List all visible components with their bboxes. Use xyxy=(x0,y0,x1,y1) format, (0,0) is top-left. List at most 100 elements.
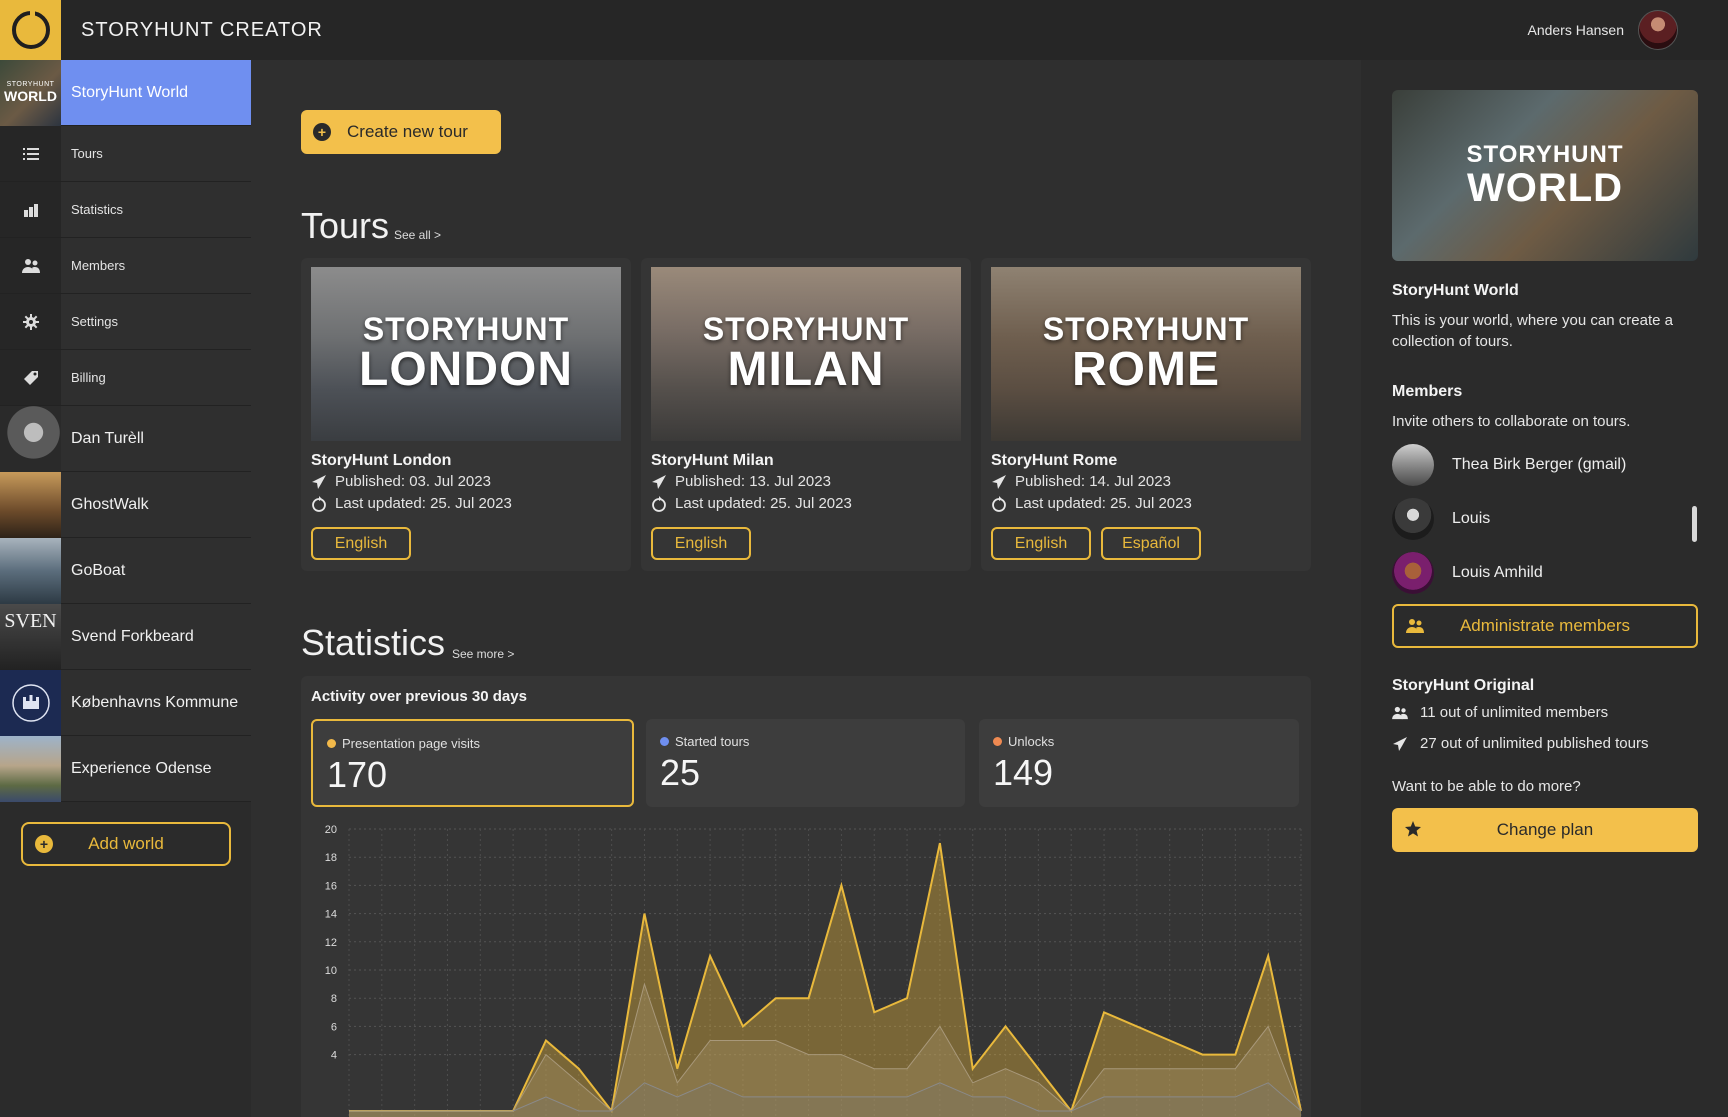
see-all-tours-link[interactable]: See all > xyxy=(394,228,441,242)
administrate-members-button[interactable]: Administrate members xyxy=(1392,604,1698,648)
orange-dot-icon xyxy=(327,739,336,748)
tour-image: STORYHUNT MILAN xyxy=(651,267,961,441)
world-title: StoryHunt World xyxy=(1392,282,1519,299)
stat-box-presentation-visits[interactable]: Presentation page visits 170 xyxy=(311,719,634,807)
sidebar-item-tours[interactable]: Tours xyxy=(0,126,251,182)
refresh-icon xyxy=(652,495,666,512)
change-plan-button[interactable]: Change plan xyxy=(1392,808,1698,852)
app-logo[interactable] xyxy=(0,0,61,60)
stat-box-unlocks[interactable]: Unlocks 149 xyxy=(979,719,1299,807)
tour-published: Published: 13. Jul 2023 xyxy=(651,473,831,490)
tour-image-big-text: ROME xyxy=(1072,342,1220,396)
y-tick-label: 8 xyxy=(331,993,337,1005)
tour-published: Published: 14. Jul 2023 xyxy=(991,473,1171,490)
sidebar-item-world-ghostwalk[interactable]: GhostWalk xyxy=(0,471,251,538)
sidebar-item-label: Members xyxy=(71,258,126,273)
activity-chart: 20 18 16 14 12 10 8 6 4 xyxy=(325,824,1302,1117)
user-avatar[interactable] xyxy=(1638,10,1678,50)
paper-plane-icon xyxy=(312,474,326,489)
sidebar-item-label: Statistics xyxy=(71,202,124,217)
plan-members-line: 11 out of unlimited members xyxy=(1392,704,1608,721)
stat-box-started-tours[interactable]: Started tours 25 xyxy=(646,719,965,807)
plan-tours-text: 27 out of unlimited published tours xyxy=(1420,735,1649,752)
tour-card[interactable]: STORYHUNT LONDON StoryHunt London Publis… xyxy=(301,258,631,571)
language-button-english[interactable]: English xyxy=(991,527,1091,560)
plan-members-text: 11 out of unlimited members xyxy=(1420,704,1609,721)
people-icon xyxy=(1406,619,1424,633)
sidebar-item-world-dan-turell[interactable]: Dan Turèll xyxy=(0,405,251,472)
blue-dot-icon xyxy=(660,737,669,746)
world-thumbnail xyxy=(0,735,61,802)
stat-label: Started tours xyxy=(675,734,750,749)
sidebar: STORYHUNT WORLD StoryHunt World Tours St… xyxy=(0,59,251,1117)
create-tour-label: Create new tour xyxy=(347,122,468,141)
sidebar-item-label: GhostWalk xyxy=(71,495,149,513)
tour-image-small-text: STORYHUNT xyxy=(702,310,910,347)
member-row[interactable]: Thea Birk Berger (gmail) xyxy=(1392,444,1626,486)
language-button-espanol[interactable]: Español xyxy=(1101,527,1201,560)
tour-image-small-text: STORYHUNT xyxy=(1042,310,1250,347)
tour-published: Published: 03. Jul 2023 xyxy=(311,473,491,490)
members-scrollbar[interactable] xyxy=(1692,506,1697,542)
world-description: This is your world, where you can create… xyxy=(1392,312,1673,350)
member-row[interactable]: Louis Amhild xyxy=(1392,552,1543,594)
app-title: STORYHUNT CREATOR xyxy=(81,18,323,41)
sidebar-item-billing[interactable]: Billing xyxy=(0,350,251,406)
create-new-tour-button[interactable]: + Create new tour xyxy=(301,110,501,154)
refresh-icon xyxy=(312,495,326,512)
sidebar-item-storyhunt-world[interactable]: STORYHUNT WORLD StoryHunt World xyxy=(0,59,251,126)
add-world-label: Add world xyxy=(88,834,164,853)
stat-value: 25 xyxy=(660,752,701,793)
language-button-english[interactable]: English xyxy=(311,527,411,560)
world-thumbnail xyxy=(0,471,61,538)
sidebar-item-label: StoryHunt World xyxy=(71,83,189,101)
tour-updated: Last updated: 25. Jul 2023 xyxy=(651,495,852,512)
sidebar-item-label: Tours xyxy=(71,146,103,161)
world-thumbnail xyxy=(0,405,61,472)
paper-plane-icon xyxy=(652,474,666,489)
world-thumbnail xyxy=(0,669,61,736)
sidebar-item-label: Billing xyxy=(71,370,106,385)
member-avatar xyxy=(1392,498,1434,540)
sidebar-item-statistics[interactable]: Statistics xyxy=(0,182,251,238)
member-avatar xyxy=(1392,444,1434,486)
sidebar-item-settings[interactable]: Settings xyxy=(0,294,251,350)
tours-title: Tours xyxy=(301,205,390,246)
sidebar-item-world-experience-odense[interactable]: Experience Odense xyxy=(0,735,251,802)
change-plan-label: Change plan xyxy=(1496,820,1594,839)
gear-icon xyxy=(22,313,39,330)
tour-card[interactable]: STORYHUNT MILAN StoryHunt Milan Publishe… xyxy=(641,258,971,571)
y-tick-label: 16 xyxy=(325,880,337,892)
sidebar-item-world-kobenhavns-kommune[interactable]: Københavns Kommune xyxy=(0,669,251,736)
tour-published-text: Published: 14. Jul 2023 xyxy=(1015,473,1171,490)
sidebar-item-world-goboat[interactable]: GoBoat xyxy=(0,537,251,604)
tag-icon xyxy=(23,370,38,385)
y-tick-label: 18 xyxy=(325,852,337,864)
statistics-panel: Activity over previous 30 days Presentat… xyxy=(301,676,1311,1117)
plan-tours-line: 27 out of unlimited published tours xyxy=(1392,735,1648,752)
world-thumb-text: SVEN xyxy=(4,609,57,632)
members-description: Invite others to collaborate on tours. xyxy=(1392,413,1631,430)
tour-image: STORYHUNT LONDON xyxy=(311,267,621,441)
world-cover-image: STORYHUNT WORLD xyxy=(1392,90,1698,261)
star-icon xyxy=(1405,821,1421,837)
see-more-statistics-link[interactable]: See more > xyxy=(452,647,514,661)
member-name: Louis Amhild xyxy=(1452,564,1543,581)
member-name: Louis xyxy=(1452,510,1491,527)
sidebar-item-world-svend-forkbeard[interactable]: SVEN Svend Forkbeard xyxy=(0,603,251,670)
world-thumbnail xyxy=(0,537,61,604)
language-button-english[interactable]: English xyxy=(651,527,751,560)
sidebar-item-members[interactable]: Members xyxy=(0,238,251,294)
tour-image-big-text: LONDON xyxy=(359,342,573,396)
member-name: Thea Birk Berger (gmail) xyxy=(1452,456,1627,473)
tour-published-text: Published: 13. Jul 2023 xyxy=(675,473,831,490)
list-icon xyxy=(22,147,39,160)
tour-updated-text: Last updated: 25. Jul 2023 xyxy=(1015,495,1192,512)
sidebar-item-label: Svend Forkbeard xyxy=(71,627,194,645)
add-world-button[interactable]: + Add world xyxy=(21,822,231,866)
plus-icon: + xyxy=(313,123,331,141)
user-menu[interactable]: Anders Hansen xyxy=(1527,0,1678,60)
tour-card[interactable]: STORYHUNT ROME StoryHunt Rome Published:… xyxy=(981,258,1311,571)
member-row[interactable]: Louis xyxy=(1392,498,1490,540)
main-content: + Create new tour Tours See all > STORYH… xyxy=(251,60,1361,1117)
